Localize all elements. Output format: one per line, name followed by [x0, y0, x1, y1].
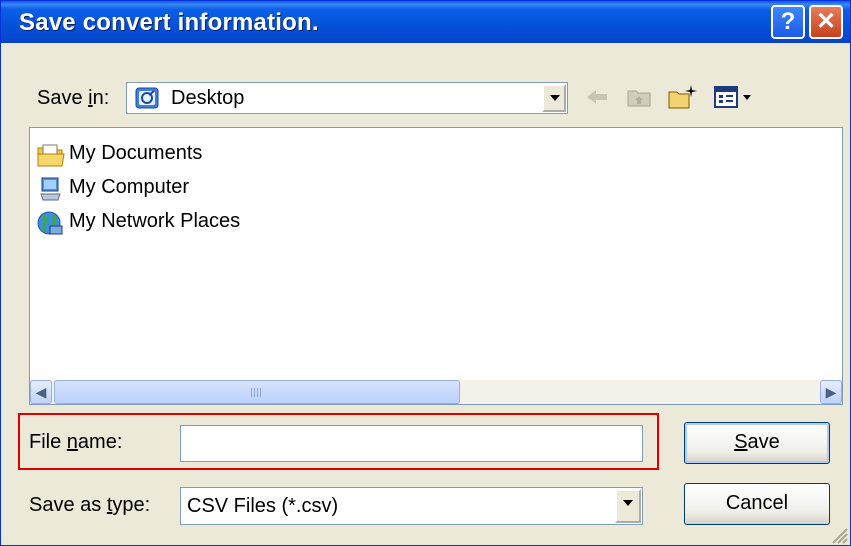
scroll-right-icon[interactable]: ▶ — [820, 380, 842, 404]
save-as-type-value: CSV Files (*.csv) — [187, 495, 339, 517]
resize-grip-icon[interactable] — [829, 525, 849, 545]
title-bar[interactable]: Save convert information. ? ✕ — [1, 1, 850, 43]
close-button[interactable]: ✕ — [809, 5, 843, 39]
my-documents-icon — [37, 144, 65, 167]
question-icon: ? — [780, 8, 796, 35]
save-as-type-dropdown-arrow[interactable] — [615, 489, 641, 523]
filename-input[interactable] — [180, 425, 643, 462]
filename-label: File name: — [29, 431, 123, 453]
save-in-dropdown-arrow[interactable] — [542, 84, 566, 112]
grip-icon — [251, 388, 263, 397]
save-in-value: Desktop — [171, 87, 245, 109]
view-menu-icon[interactable] — [713, 83, 755, 111]
scroll-left-icon[interactable]: ◀ — [30, 380, 52, 404]
back-arrow-icon[interactable] — [583, 83, 611, 111]
window-title: Save convert information. — [19, 9, 319, 36]
close-icon: ✕ — [815, 8, 837, 35]
new-folder-icon[interactable] — [667, 83, 699, 111]
network-places-icon — [37, 211, 63, 235]
save-in-label: Save in: — [37, 87, 110, 109]
save-as-type-dropdown[interactable]: CSV Files (*.csv) — [180, 487, 643, 525]
save-in-dropdown[interactable]: Desktop — [126, 82, 568, 114]
save-as-type-label: Save as type: — [29, 494, 151, 516]
save-dialog-window: Save convert information. ? ✕ Save in: D… — [0, 0, 851, 546]
file-list-view[interactable]: My Documents My Computer My Network Plac… — [29, 127, 843, 405]
my-computer-icon — [40, 177, 61, 201]
desktop-icon — [135, 87, 159, 109]
horizontal-scrollbar[interactable]: ◀ ▶ — [30, 380, 842, 404]
save-button[interactable]: Save — [684, 422, 830, 464]
scrollbar-thumb[interactable] — [54, 380, 460, 404]
up-folder-icon[interactable] — [625, 83, 653, 111]
help-button[interactable]: ? — [771, 5, 805, 39]
cancel-button[interactable]: Cancel — [684, 483, 830, 525]
